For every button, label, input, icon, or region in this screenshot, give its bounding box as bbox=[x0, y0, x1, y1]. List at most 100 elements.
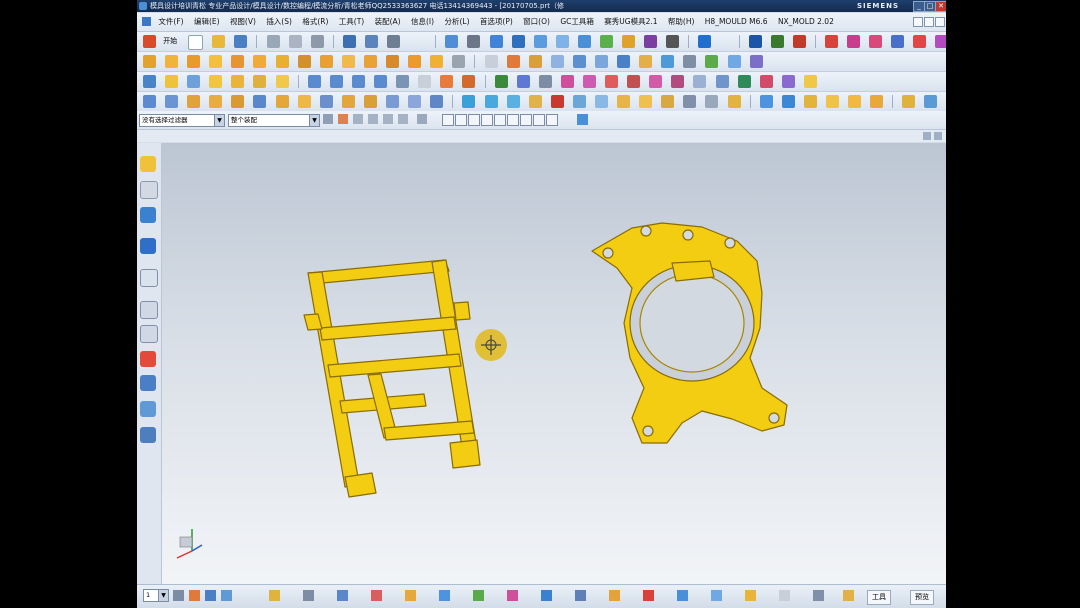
polygon-icon[interactable] bbox=[209, 95, 223, 108]
copy-to-layer-icon[interactable] bbox=[205, 590, 216, 601]
part-navigator-icon[interactable] bbox=[140, 207, 156, 223]
sync-radius-dim-icon[interactable] bbox=[749, 55, 763, 68]
menu-insert[interactable]: 插入(S) bbox=[262, 13, 296, 31]
next-icon[interactable] bbox=[329, 75, 343, 88]
view-top-icon[interactable] bbox=[511, 35, 525, 48]
runner-icon[interactable] bbox=[924, 95, 938, 108]
trim-sheet-icon[interactable] bbox=[727, 95, 741, 108]
cut-icon[interactable] bbox=[266, 35, 280, 48]
repeat-command-icon[interactable] bbox=[387, 35, 401, 48]
background-icon[interactable] bbox=[666, 35, 680, 48]
menu-h8-mould[interactable]: H8_MOULD M6.6 bbox=[701, 13, 772, 31]
curve-analysis-icon[interactable] bbox=[337, 590, 348, 601]
doc-minimize-button[interactable] bbox=[913, 17, 923, 27]
sync-resize-icon[interactable] bbox=[572, 55, 586, 68]
mass-properties-icon[interactable] bbox=[473, 590, 484, 601]
fit-view-icon[interactable] bbox=[445, 35, 459, 48]
move-component-icon[interactable] bbox=[698, 35, 712, 48]
sew-icon[interactable] bbox=[683, 95, 697, 108]
selection-filter-dropdown[interactable]: 没有选择过滤器 ▼ bbox=[139, 114, 225, 127]
gate-icon[interactable] bbox=[902, 95, 916, 108]
slider-lifter-icon[interactable] bbox=[870, 95, 884, 108]
mold-base-icon[interactable] bbox=[803, 95, 817, 108]
doc-close-button[interactable] bbox=[935, 17, 945, 27]
subtract-icon[interactable] bbox=[363, 55, 377, 68]
menu-analysis[interactable]: 分析(L) bbox=[440, 13, 473, 31]
arc-icon[interactable] bbox=[605, 75, 619, 88]
law-extension-icon[interactable] bbox=[617, 95, 631, 108]
menu-format[interactable]: 格式(R) bbox=[298, 13, 332, 31]
tool-settings-icon[interactable] bbox=[813, 590, 824, 601]
h8-tool1-icon[interactable] bbox=[825, 35, 838, 48]
edit-part-icon[interactable] bbox=[843, 590, 854, 601]
tools-button[interactable]: 工具 bbox=[867, 590, 891, 605]
menu-information[interactable]: 信息(I) bbox=[407, 13, 438, 31]
preview-button[interactable]: 预览 bbox=[910, 590, 934, 605]
shaded-icon[interactable] bbox=[599, 35, 613, 48]
extension-icon[interactable] bbox=[594, 95, 608, 108]
ejector-pin-icon[interactable] bbox=[848, 95, 862, 108]
snap-center-icon[interactable] bbox=[494, 114, 506, 126]
section-icon[interactable] bbox=[396, 75, 410, 88]
system-scenes-icon[interactable] bbox=[140, 427, 156, 443]
surface-icon[interactable] bbox=[803, 75, 817, 88]
hole-icon[interactable] bbox=[209, 55, 223, 68]
pocket-tool-icon[interactable] bbox=[745, 590, 756, 601]
web-browser-icon[interactable] bbox=[140, 301, 158, 319]
mold-parting-icon[interactable] bbox=[792, 35, 806, 48]
thicken-icon[interactable] bbox=[661, 95, 675, 108]
ring-bracket-part[interactable] bbox=[591, 222, 788, 444]
shell-icon[interactable] bbox=[452, 55, 466, 68]
menu-edit[interactable]: 编辑(E) bbox=[190, 13, 224, 31]
work-layer-dropdown[interactable]: 1 ▼ bbox=[143, 589, 169, 602]
sync-pull-face-icon[interactable] bbox=[506, 55, 520, 68]
select-body-icon[interactable] bbox=[353, 114, 363, 124]
draft-analysis-icon[interactable] bbox=[405, 590, 416, 601]
sync-offset-icon[interactable] bbox=[528, 55, 542, 68]
select-edge-icon[interactable] bbox=[383, 114, 393, 124]
h8-tool2-icon[interactable] bbox=[847, 35, 861, 48]
history-icon[interactable] bbox=[140, 325, 158, 343]
redo-icon[interactable] bbox=[365, 35, 379, 48]
edit-curve-icon[interactable] bbox=[430, 95, 444, 108]
assembly-scope-dropdown[interactable]: 整个装配 ▼ bbox=[228, 114, 320, 127]
boss-icon[interactable] bbox=[231, 55, 245, 68]
doc-restore-button[interactable] bbox=[924, 17, 934, 27]
snap-face-point-icon[interactable] bbox=[546, 114, 558, 126]
snap-intersection-icon[interactable] bbox=[507, 114, 519, 126]
slot-icon[interactable] bbox=[297, 55, 311, 68]
isoparametric-curve-icon[interactable] bbox=[363, 95, 377, 108]
open-icon[interactable] bbox=[212, 35, 226, 48]
constraint-navigator-icon[interactable] bbox=[140, 181, 158, 199]
offset-curve-icon[interactable] bbox=[671, 75, 685, 88]
h8-tool5-icon[interactable] bbox=[913, 35, 927, 48]
menu-nx-mold[interactable]: NX_MOLD 2.02 bbox=[774, 13, 838, 31]
dock-restore-icon[interactable] bbox=[923, 132, 931, 140]
bridge-curve-icon[interactable] bbox=[737, 75, 751, 88]
hd3d-tools-icon[interactable] bbox=[140, 269, 158, 287]
menu-view[interactable]: 视图(V) bbox=[226, 13, 260, 31]
drawing-icon[interactable] bbox=[711, 590, 722, 601]
forward-icon[interactable] bbox=[374, 75, 388, 88]
select-curve-icon[interactable] bbox=[398, 114, 408, 124]
extract-curve-icon[interactable] bbox=[341, 95, 355, 108]
n-sided-icon[interactable] bbox=[572, 95, 586, 108]
assembly-navigator-icon[interactable] bbox=[140, 156, 156, 172]
join-curve-icon[interactable] bbox=[715, 75, 729, 88]
split-body-icon[interactable] bbox=[462, 75, 476, 88]
section-curve-icon[interactable] bbox=[319, 95, 333, 108]
groove-icon[interactable] bbox=[319, 55, 333, 68]
chamfer-icon[interactable] bbox=[430, 55, 444, 68]
deviation-icon[interactable] bbox=[507, 590, 518, 601]
menu-file[interactable]: 文件(F) bbox=[154, 13, 187, 31]
snap-existing-point-icon[interactable] bbox=[533, 114, 545, 126]
sync-pattern-icon[interactable] bbox=[661, 55, 675, 68]
view-layer-icon[interactable] bbox=[221, 590, 232, 601]
menu-gc-toolkit[interactable]: GC工具箱 bbox=[556, 13, 598, 31]
select-face-icon[interactable] bbox=[368, 114, 378, 124]
select-region-icon[interactable] bbox=[417, 114, 427, 124]
electrode-design-icon[interactable] bbox=[609, 590, 620, 601]
snap-point-on-curve-icon[interactable] bbox=[468, 114, 480, 126]
selection-priority-icon[interactable] bbox=[577, 114, 588, 125]
analysis-icon[interactable] bbox=[303, 590, 314, 601]
